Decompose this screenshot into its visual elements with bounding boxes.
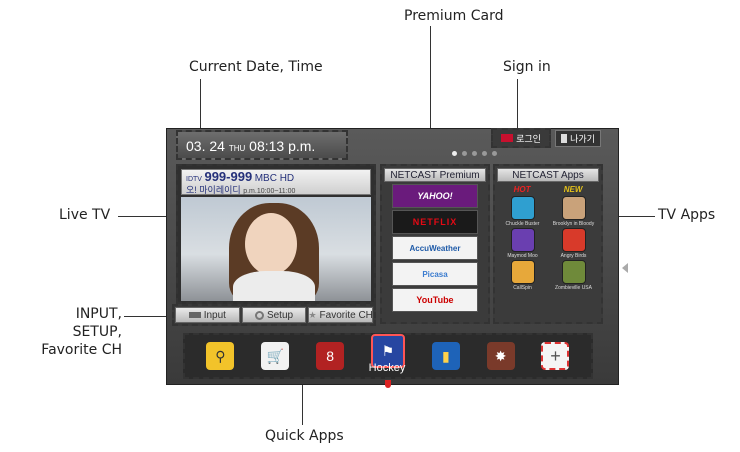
page-dot[interactable] [462, 151, 467, 156]
channel-number: 999-999 [204, 169, 253, 184]
date-text: 03. 24 [186, 138, 225, 154]
video-shirt [233, 271, 315, 301]
favorite-label: Favorite CH [319, 309, 373, 321]
app-name: Angry Birds [560, 253, 587, 259]
exit-button[interactable]: 나가기 [555, 130, 601, 147]
callout-line-date [200, 79, 201, 131]
input-cable-icon [188, 312, 201, 318]
premium-title: NETCAST Premium [384, 168, 486, 182]
app-name: CallSpin [513, 285, 532, 291]
app-item[interactable]: Angry Birds [548, 228, 599, 259]
program-title: 오! 마이레이디 [186, 185, 241, 195]
page-dot[interactable] [452, 151, 457, 156]
callout-premium-card: Premium Card [404, 8, 504, 24]
callout-quick-apps: Quick Apps [265, 428, 344, 444]
app-item[interactable]: Chuckle Buster [497, 196, 548, 227]
racing-app-icon[interactable]: ✸ [486, 342, 515, 370]
pointer-pin-icon [385, 380, 391, 388]
exit-door-icon [561, 134, 568, 143]
channel-prefix: IDTV [186, 176, 202, 183]
app-store-icon[interactable]: 🛒 [261, 342, 290, 370]
channel-info-bar: IDTV 999-999 MBC HD 오! 마이레이디 p.m.10:00~1… [181, 169, 371, 195]
callout-line-signin [517, 79, 518, 129]
premium-panel: NETCAST Premium YAHOO! NETFLIX AccuWeath… [380, 164, 490, 324]
app-tile-icon [510, 196, 535, 220]
app-tile-icon [510, 260, 535, 284]
setup-label: Setup [266, 309, 294, 321]
input-label: Input [203, 309, 226, 321]
callout-sign-in: Sign in [503, 59, 551, 75]
input-button[interactable]: Input [175, 307, 240, 323]
app-item[interactable]: CallSpin [497, 260, 548, 291]
apps-title: NETCAST Apps [497, 168, 599, 182]
channel-name: MBC HD [254, 173, 295, 184]
video-face [245, 213, 297, 275]
premium-card-youtube[interactable]: YouTube [392, 288, 478, 312]
premium-card-netflix[interactable]: NETFLIX [392, 210, 478, 234]
page-indicator[interactable] [452, 151, 497, 156]
star-icon: ★ [308, 309, 317, 320]
page-dot[interactable] [472, 151, 477, 156]
day-text: THU [228, 144, 246, 153]
app-tile-icon [510, 228, 535, 252]
live-tv-panel[interactable]: IDTV 999-999 MBC HD 오! 마이레이디 p.m.10:00~1… [176, 164, 376, 304]
callout-date-time: Current Date, Time [189, 59, 323, 75]
page-dot[interactable] [482, 151, 487, 156]
sign-in-button[interactable]: 로그인 [491, 128, 551, 148]
hot-label: HOT [513, 185, 531, 194]
app-item[interactable]: Brooklyn in Bloody [548, 196, 599, 227]
premium-card-picasa[interactable]: Picasa [392, 262, 478, 286]
app-tile-icon [561, 228, 586, 252]
app-name: Maymod Moo [507, 253, 538, 259]
gear-icon [254, 310, 264, 320]
program-time: p.m.10:00~11:00 [243, 188, 296, 195]
scroll-left-arrow-icon[interactable] [622, 263, 628, 273]
app-item[interactable]: Zombieville USA [548, 260, 599, 291]
app-tile-icon [561, 260, 586, 284]
callout-tv-apps: TV Apps [658, 207, 716, 223]
page-dot[interactable] [492, 151, 497, 156]
premium-card-yahoo[interactable]: YAHOO! [392, 184, 478, 208]
current-date-time: 03. 24 THU 08:13 p.m. [176, 130, 348, 160]
callout-input-setup-favorite: INPUT, SETUP, Favorite CH [41, 306, 122, 358]
login-flag-icon [501, 134, 514, 142]
blue-app-icon[interactable]: ▮ [431, 342, 460, 370]
callout-line-quick [302, 379, 303, 425]
callout-live-tv: Live TV [59, 207, 111, 223]
input-setup-favorite-row: Input Setup ★ Favorite CH [172, 304, 376, 326]
setup-button[interactable]: Setup [241, 307, 307, 323]
add-app-button[interactable]: + [541, 342, 570, 370]
time-text: 08:13 p.m. [249, 138, 316, 154]
app-name: Brooklyn in Bloody [552, 221, 595, 227]
app-item[interactable]: Maymod Moo [497, 228, 548, 259]
new-label: NEW [563, 185, 583, 194]
premium-card-accuweather[interactable]: AccuWeather [392, 236, 478, 260]
hockey-label: Hockey [368, 362, 406, 374]
favorite-ch-button[interactable]: ★ Favorite CH [308, 307, 374, 323]
app-name: Zombieville USA [555, 285, 592, 291]
game-app-icon[interactable]: 8 [316, 342, 345, 370]
apps-panel: NETCAST Apps HOT NEW Chuckle Buster Broo… [493, 164, 603, 324]
login-label: 로그인 [516, 133, 541, 144]
app-name: Chuckle Buster [505, 221, 540, 227]
live-video-preview[interactable] [181, 197, 371, 301]
app-tile-icon [561, 196, 586, 220]
search-app-icon[interactable]: ⚲ [206, 342, 235, 370]
exit-label: 나가기 [570, 134, 595, 144]
